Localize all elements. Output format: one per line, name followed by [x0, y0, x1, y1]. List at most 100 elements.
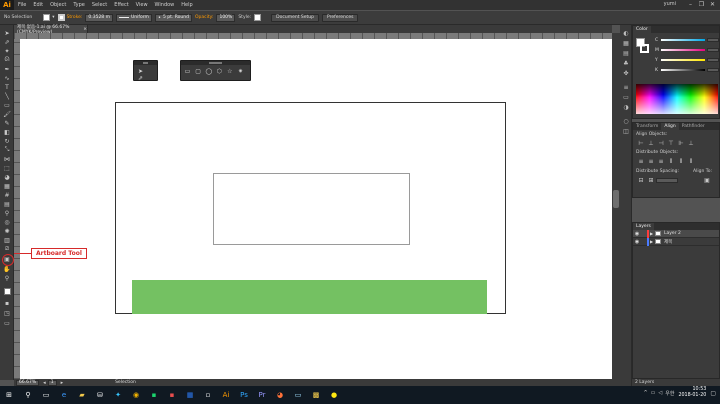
menu-select[interactable]: Select	[92, 2, 107, 8]
workspace-name[interactable]: yumi	[664, 1, 676, 7]
clock[interactable]: 10:53 2018-01-20	[678, 387, 706, 399]
paintbrush-tool-icon[interactable]: 🖌	[2, 110, 12, 118]
tab-align[interactable]: Align	[661, 123, 679, 130]
cyan-slider[interactable]: C	[655, 38, 719, 43]
layer-row[interactable]: ◉ ▶ 제목	[633, 237, 719, 246]
prev-artboard-icon[interactable]: ◂	[43, 380, 46, 386]
style-swatch[interactable]	[254, 14, 262, 21]
color-guide-icon[interactable]: ▦	[622, 39, 630, 47]
app-icon[interactable]: ▫	[200, 388, 216, 402]
zoom-tool-icon[interactable]: ⚲	[2, 274, 12, 282]
color-spectrum[interactable]	[636, 84, 718, 114]
drawing-mode-icon[interactable]: ◳	[2, 309, 12, 317]
eraser-tool-icon[interactable]: ◧	[2, 128, 12, 136]
fill-swatch[interactable]	[43, 14, 51, 21]
sticky-notes-icon[interactable]: ▩	[308, 388, 324, 402]
distribute-top-icon[interactable]: ≡	[636, 158, 646, 166]
rectangle-shape[interactable]	[213, 173, 410, 245]
ellipse-tool-icon[interactable]: ◯	[204, 68, 213, 75]
tab-color[interactable]: Color	[633, 26, 651, 33]
scale-tool-icon[interactable]: ⤡	[2, 146, 12, 154]
kakaotalk-icon[interactable]: ●	[326, 388, 342, 402]
align-hcenter-icon[interactable]: ⊥	[646, 140, 656, 147]
pen-tool-icon[interactable]: ✒	[2, 65, 12, 73]
polygon-tool-icon[interactable]: ⬡	[215, 68, 224, 75]
menu-window[interactable]: Window	[155, 2, 175, 8]
premiere-taskbar-icon[interactable]: Pr	[254, 388, 270, 402]
distribute-hcenter-icon[interactable]: ⫴	[676, 158, 686, 166]
rotate-tool-icon[interactable]: ↻	[2, 137, 12, 145]
vertical-spacing-icon[interactable]: ⊟	[636, 177, 646, 184]
status-mode[interactable]: Selection	[115, 380, 136, 385]
align-top-icon[interactable]: ⊤	[666, 140, 676, 147]
type-tool-icon[interactable]: T	[2, 83, 12, 91]
layer-name[interactable]: 제목	[664, 239, 672, 245]
app-icon[interactable]: ▭	[290, 388, 306, 402]
color-panel-icon[interactable]: ◐	[622, 29, 630, 37]
document-setup-button[interactable]: Document Setup	[271, 13, 319, 22]
fill-dropdown-icon[interactable]: ▾	[52, 15, 54, 20]
spacing-field[interactable]	[656, 178, 678, 183]
rounded-rectangle-tool-icon[interactable]: ▢	[194, 68, 203, 75]
maximize-button[interactable]: ❐	[696, 1, 707, 8]
variable-width-dropdown[interactable]: Uniform	[115, 13, 152, 22]
volume-icon[interactable]: ◁	[658, 390, 662, 396]
black-slider[interactable]: K	[655, 68, 719, 73]
screen-mode-icon[interactable]: ▭	[2, 319, 12, 327]
tab-layers[interactable]: Layers	[633, 223, 654, 230]
distribute-bottom-icon[interactable]: ≡	[656, 158, 666, 166]
visibility-eye-icon[interactable]: ◉	[633, 239, 641, 245]
eyedropper-tool-icon[interactable]: ⚲	[2, 209, 12, 217]
yellow-slider[interactable]: Y	[655, 58, 719, 63]
align-to-icon[interactable]: ▣	[702, 177, 712, 184]
free-transform-tool-icon[interactable]: ⬚	[2, 164, 12, 172]
align-bottom-icon[interactable]: ⊥	[686, 140, 696, 147]
blend-tool-icon[interactable]: ◎	[2, 218, 12, 226]
flare-tool-icon[interactable]: ✷	[236, 68, 245, 75]
star-tool-icon[interactable]: ☆	[225, 68, 234, 75]
menu-effect[interactable]: Effect	[114, 2, 128, 8]
line-tool-icon[interactable]: ╲	[2, 92, 12, 100]
minimize-button[interactable]: –	[685, 1, 696, 8]
store-icon[interactable]: ⛁	[92, 388, 108, 402]
panel-grip[interactable]	[181, 61, 250, 65]
align-left-icon[interactable]: ⊢	[636, 140, 646, 147]
notifications-icon[interactable]: ▢	[710, 390, 716, 397]
perspective-grid-tool-icon[interactable]: ▦	[2, 182, 12, 190]
opacity-field[interactable]: 100%	[216, 13, 236, 22]
magic-wand-icon[interactable]: ✦	[2, 47, 12, 55]
layer-row[interactable]: ◉ ▶ Layer 2	[633, 229, 719, 238]
rectangle-tool-icon[interactable]: ▭	[183, 68, 192, 75]
slice-tool-icon[interactable]: ⧄	[2, 245, 12, 253]
pycharm-icon[interactable]: ▪	[146, 388, 162, 402]
distribute-right-icon[interactable]: ⫴	[686, 158, 696, 166]
twitter-icon[interactable]: ✦	[110, 388, 126, 402]
menu-object[interactable]: Object	[50, 2, 66, 8]
green-rectangle-shape[interactable]	[132, 280, 487, 314]
gradient-tool-icon[interactable]: ▤	[2, 200, 12, 208]
hand-tool-icon[interactable]: ✋	[2, 265, 12, 273]
selection-tool-icon[interactable]: ➤	[136, 68, 145, 75]
shape-builder-tool-icon[interactable]: ◕	[2, 173, 12, 181]
symbol-sprayer-tool-icon[interactable]: ✺	[2, 227, 12, 235]
tray-expand-icon[interactable]: ^	[643, 390, 647, 396]
document-tab[interactable]: 제목 없음-1.ai @ 66.67% (CMYK/Preview) ×	[14, 25, 88, 35]
menu-type[interactable]: Type	[73, 2, 84, 8]
curvature-tool-icon[interactable]: ∿	[2, 74, 12, 82]
direct-selection-tool-icon[interactable]: ⇗	[136, 75, 145, 82]
next-artboard-icon[interactable]: ▸	[61, 380, 64, 386]
opacity-label[interactable]: Opacity:	[195, 15, 214, 20]
brush-dropdown[interactable]: • 5 pt. Round	[154, 13, 192, 22]
stroke-panel-icon[interactable]: ≡	[622, 83, 630, 91]
distribute-left-icon[interactable]: ⫴	[666, 158, 676, 166]
rectangle-tool-icon[interactable]: ▭	[2, 101, 12, 109]
gradient-panel-icon[interactable]: ▭	[622, 93, 630, 101]
horizontal-spacing-icon[interactable]: ⊞	[646, 177, 656, 184]
illustrator-taskbar-icon[interactable]: Ai	[218, 388, 234, 402]
visibility-eye-icon[interactable]: ◉	[633, 231, 641, 237]
tab-transform[interactable]: Transform	[633, 124, 661, 129]
appearance-panel-icon[interactable]: ○	[622, 117, 630, 125]
stroke-swatch[interactable]	[57, 14, 65, 21]
fill-stroke-icon[interactable]	[2, 287, 12, 295]
edge-browser-icon[interactable]: e	[56, 388, 72, 402]
